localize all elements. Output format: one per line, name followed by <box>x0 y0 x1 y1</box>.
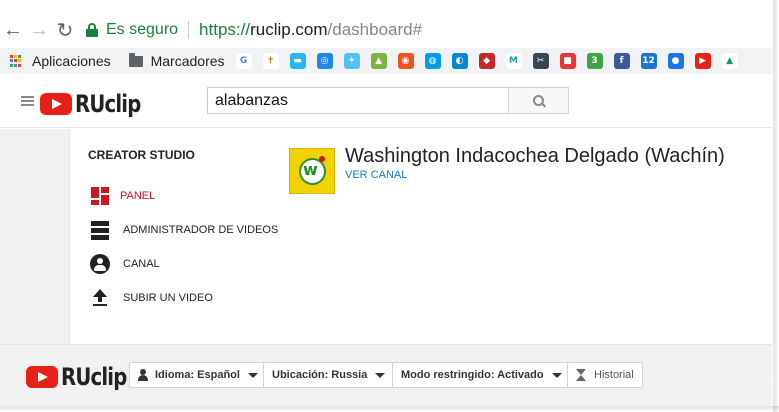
caret-down-icon <box>247 372 258 378</box>
language-button[interactable]: Idioma: Español <box>129 362 267 388</box>
number-3-icon[interactable]: 3 <box>586 53 603 69</box>
satellite-icon[interactable]: ✦ <box>343 53 360 69</box>
play-logo-icon <box>40 93 72 115</box>
bookmark-apps[interactable]: Aplicaciones <box>32 53 111 69</box>
facebook-icon[interactable]: f <box>613 53 630 69</box>
drive-icon[interactable]: ▲ <box>721 53 738 69</box>
ruclip-logo[interactable]: RUclip <box>40 90 155 118</box>
url-scheme: https:// <box>199 20 251 39</box>
red-shape-icon[interactable]: ◆ <box>478 53 495 69</box>
chat-icon[interactable]: ▬ <box>289 53 306 69</box>
play-logo-icon <box>26 366 58 388</box>
url-path: /dashboard# <box>327 20 423 39</box>
channel-avatar[interactable]: w <box>289 148 335 194</box>
window-shadow-bottom <box>0 406 779 412</box>
address-separator <box>188 21 190 39</box>
account-circle-icon <box>90 254 110 274</box>
contacts-icon[interactable]: ● <box>667 53 684 69</box>
sidebar-item-label: SUBIR UN VIDEO <box>123 292 213 304</box>
forward-arrow-icon[interactable]: → <box>26 19 52 42</box>
site-header: RUclip <box>0 76 772 128</box>
ubuntu-icon[interactable]: ◉ <box>397 53 414 69</box>
caret-down-icon <box>375 372 386 378</box>
address-bar: ← → ↻ Es seguro https://ruclip.com/dashb… <box>0 12 772 48</box>
m-icon[interactable]: M <box>505 53 522 69</box>
bookmark-folder-marcadores[interactable]: Marcadores <box>151 53 225 69</box>
sidebar-item-channel[interactable]: CANAL <box>90 254 160 274</box>
footer-ruclip-logo[interactable]: RUclip <box>26 363 141 391</box>
location-label: Ubicación: Russia <box>272 369 368 381</box>
calendar-icon[interactable]: 12 <box>640 53 657 69</box>
upload-icon <box>90 288 110 308</box>
sidebar-item-label: PANEL <box>120 190 156 202</box>
sidebar-item-upload[interactable]: SUBIR UN VIDEO <box>90 288 213 308</box>
secure-label[interactable]: Es seguro <box>106 21 178 39</box>
sidebar-item-label: CANAL <box>123 258 160 270</box>
reload-icon[interactable]: ↻ <box>52 18 78 43</box>
figure-icon[interactable]: ✝ <box>262 53 279 69</box>
search-input[interactable] <box>207 87 509 114</box>
video-manager-icon <box>90 220 110 240</box>
logo-text: RUclip <box>75 90 141 118</box>
scissors-icon[interactable]: ✂ <box>532 53 549 69</box>
restricted-mode-label: Modo restringido: Activado <box>401 369 544 381</box>
sidebar-item-panel[interactable]: PANEL <box>90 186 155 206</box>
person-icon <box>138 369 148 381</box>
sidebar-item-label: ADMINISTRADOR DE VIDEOS <box>123 224 279 236</box>
android-icon[interactable]: ▲ <box>370 53 387 69</box>
browser-window: ← → ↻ Es seguro https://ruclip.com/dashb… <box>0 0 779 412</box>
hamburger-menu-icon[interactable] <box>21 96 34 108</box>
lock-icon[interactable] <box>86 23 98 37</box>
folder-icon[interactable] <box>128 52 143 67</box>
bookmark-red-icon[interactable]: ■ <box>559 53 576 69</box>
globe-icon[interactable]: ◎ <box>316 53 333 69</box>
hourglass-icon <box>576 369 586 381</box>
sidebar-item-video-manager[interactable]: ADMINISTRADOR DE VIDEOS <box>90 220 278 240</box>
apps-grid-icon[interactable] <box>10 55 22 67</box>
dashboard-icon <box>90 186 110 206</box>
bookmarks-bar: Aplicaciones Marcadores G ✝ ▬ ◎ ✦ ▲ ◉ ◍ ◐ ◆ M ✂ ■ 3 f 1… <box>0 48 772 74</box>
left-gutter <box>0 129 70 344</box>
search-icon <box>532 94 545 107</box>
channel-name: Washington Indacochea Delgado (Wachín) <box>345 145 725 167</box>
avatar-dot <box>319 156 325 162</box>
bookmark-favicons: G ✝ ▬ ◎ ✦ ▲ ◉ ◍ ◐ ◆ M ✂ ■ 3 f 12 ● ▶ ▲ <box>225 53 738 69</box>
window-shadow-right <box>773 0 779 412</box>
google-icon[interactable]: G <box>235 53 252 69</box>
language-label: Idioma: Español <box>155 369 240 381</box>
avatar-letter: w <box>303 160 318 179</box>
search-button[interactable] <box>508 87 569 114</box>
url-host: ruclip.com <box>250 20 328 39</box>
site-footer: RUclip Idioma: Español Ubicación: Russia… <box>0 344 772 406</box>
restricted-mode-button[interactable]: Modo restringido: Activado <box>392 362 571 388</box>
caret-down-icon <box>551 372 562 378</box>
youtube-icon[interactable]: ▶ <box>694 53 711 69</box>
url-field[interactable]: https://ruclip.com/dashboard# <box>199 20 422 40</box>
back-arrow-icon[interactable]: ← <box>0 19 26 42</box>
history-button[interactable]: Historial <box>567 362 643 388</box>
swirl-icon[interactable]: ◐ <box>451 53 468 69</box>
history-label: Historial <box>594 369 634 381</box>
circle-blue-icon[interactable]: ◍ <box>424 53 441 69</box>
location-button[interactable]: Ubicación: Russia <box>263 362 395 388</box>
view-channel-link[interactable]: VER CANAL <box>345 169 407 181</box>
creator-studio-title: CREATOR STUDIO <box>88 148 195 162</box>
logo-text: RUclip <box>61 363 127 391</box>
